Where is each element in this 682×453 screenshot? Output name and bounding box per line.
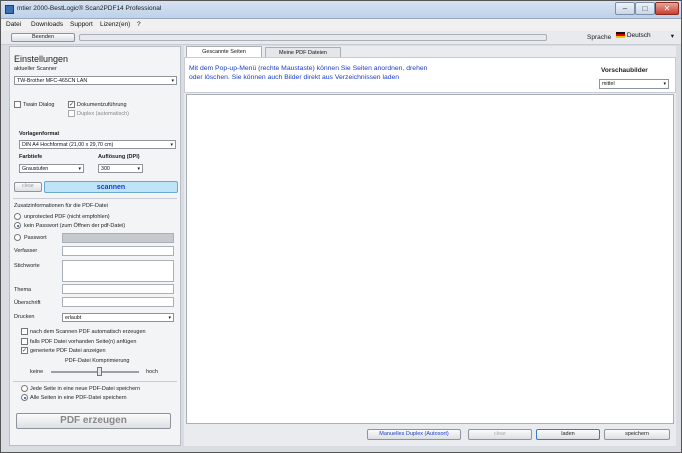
language-select[interactable]: Deutsch ▾	[616, 32, 676, 42]
divider	[13, 198, 177, 199]
save-button[interactable]: speichern	[604, 429, 670, 440]
clear-pages-button[interactable]: clear	[468, 429, 532, 440]
app-window: mtier 2000-BestLogic® Scan2PDF14 Profess…	[0, 0, 682, 453]
chevron-down-icon: ▾	[670, 33, 674, 40]
radio-save-each-label: Jede Seite in eine neue PDF-Datei speich…	[30, 386, 141, 392]
twain-dialog-checkbox[interactable]	[14, 101, 21, 108]
scan-button[interactable]: scannen	[44, 181, 178, 193]
extra-info-heading: Zusatzinformationen für die PDF-Datei	[14, 203, 108, 209]
quit-button[interactable]: Beenden	[11, 33, 75, 42]
append-pages-label: falls PDF Datei vorhanden Seite(n) anfüg…	[30, 339, 137, 345]
manual-duplex-button[interactable]: Manuelles Duplex (Autosort)	[367, 429, 461, 440]
duplex-checkbox[interactable]	[68, 110, 75, 117]
maximize-button[interactable]: □	[635, 2, 655, 15]
append-pages-checkbox[interactable]	[21, 338, 28, 345]
print-label: Drucken	[14, 314, 35, 320]
resolution-label: Auflösung (DPI)	[98, 154, 140, 160]
radio-no-password-label: kein Passwort (zum Öffnen der pdf-Datei)	[24, 223, 126, 229]
password-field[interactable]	[62, 233, 174, 243]
chevron-down-icon: ▾	[170, 142, 173, 148]
radio-save-all[interactable]	[21, 394, 28, 401]
subject-field[interactable]	[62, 284, 174, 294]
menu-downloads[interactable]: Downloads	[31, 21, 63, 28]
menu-datei[interactable]: Datei	[6, 21, 21, 28]
create-pdf-button[interactable]: PDF erzeugen	[16, 413, 171, 429]
chevron-down-icon: ▾	[171, 78, 174, 84]
radio-save-each[interactable]	[21, 385, 28, 392]
divider	[13, 381, 177, 382]
compression-slider-track[interactable]	[51, 371, 139, 373]
progress-bar	[79, 34, 547, 41]
keywords-field[interactable]	[62, 260, 174, 282]
language-label: Sprache	[587, 34, 612, 41]
tab-scanned-pages[interactable]: Gescannte Seiten	[186, 46, 262, 57]
author-field[interactable]	[62, 246, 174, 256]
template-label: Vorlagenformat	[19, 131, 60, 137]
app-icon	[5, 5, 14, 14]
template-value: DIN A4 Hochformat (21,00 x 29,70 cm)	[22, 142, 114, 148]
radio-password-label: Passwort	[24, 235, 47, 241]
settings-heading: Einstellungen	[14, 54, 69, 64]
chevron-down-icon: ▾	[168, 315, 171, 321]
preview-label: Vorschaubilder	[601, 67, 648, 74]
compression-slider-thumb[interactable]	[96, 367, 102, 376]
radio-unprotected[interactable]	[14, 213, 21, 220]
radio-unprotected-label: unprotected PDF (nicht empfohlen)	[24, 214, 110, 220]
radio-save-all-label: Alle Seiten in eine PDF-Datei speichern	[30, 395, 127, 401]
window-title: mtier 2000-BestLogic® Scan2PDF14 Profess…	[17, 5, 162, 12]
subject-label: Thema	[14, 287, 32, 293]
info-bar: Mit dem Pop-up-Menü (rechte Maustaste) k…	[184, 57, 676, 93]
scanned-pages-area[interactable]	[186, 94, 674, 424]
title-bar: mtier 2000-BestLogic® Scan2PDF14 Profess…	[1, 1, 681, 19]
close-button[interactable]: ✕	[655, 2, 679, 15]
info-text: Mit dem Pop-up-Menü (rechte Maustaste) k…	[189, 65, 428, 81]
chevron-down-icon: ▾	[137, 166, 140, 172]
auto-create-checkbox[interactable]	[21, 328, 28, 335]
clear-scan-button[interactable]: clear	[14, 182, 42, 192]
show-pdf-checkbox[interactable]: ✓	[21, 347, 28, 354]
preview-size-select[interactable]: mittel ▾	[599, 79, 669, 89]
scanner-value: TW-Brother MFC-465CN LAN	[17, 78, 88, 84]
print-value: erlaubt	[65, 315, 82, 321]
menu-help[interactable]: ?	[137, 21, 141, 28]
show-pdf-label: generierte PDF Datei anzeigen	[30, 348, 106, 354]
scanner-label: aktueller Scanner	[14, 66, 57, 72]
print-select[interactable]: erlaubt ▾	[62, 313, 174, 322]
german-flag-icon	[616, 32, 625, 39]
preview-size-value: mittel	[602, 81, 615, 87]
menu-support[interactable]: Support	[70, 21, 93, 28]
title-field[interactable]	[62, 297, 174, 307]
menu-lizenz[interactable]: Lizenz(en)	[100, 21, 130, 28]
resolution-value: 300	[101, 166, 110, 172]
keywords-label: Stichworte	[14, 263, 40, 269]
title-label: Überschrift	[14, 300, 41, 306]
minimize-button[interactable]: –	[615, 2, 635, 15]
load-button[interactable]: laden	[536, 429, 600, 440]
scanner-select[interactable]: TW-Brother MFC-465CN LAN ▾	[14, 76, 177, 85]
auto-create-label: nach dem Scannen PDF automatisch erzeuge…	[30, 329, 146, 335]
twain-dialog-label: Twain Dialog	[23, 102, 55, 108]
color-depth-label: Farbtiefe	[19, 154, 43, 160]
chevron-down-icon: ▾	[663, 81, 666, 87]
doc-feed-label: Dokumentzuführung	[77, 102, 127, 108]
menu-bar: Datei Downloads Support Lizenz(en) ?	[1, 19, 681, 31]
chevron-down-icon: ▾	[78, 166, 81, 172]
language-value: Deutsch	[626, 32, 651, 39]
compression-label: PDF-Datei Komprimierung	[65, 358, 130, 364]
radio-no-password[interactable]	[14, 222, 21, 229]
author-label: Verfasser	[14, 248, 38, 254]
template-select[interactable]: DIN A4 Hochformat (21,00 x 29,70 cm) ▾	[19, 140, 176, 149]
radio-password[interactable]	[14, 234, 21, 241]
color-depth-select[interactable]: Graustufen ▾	[19, 164, 84, 173]
compression-low-label: keine	[30, 369, 44, 375]
color-depth-value: Graustufen	[22, 166, 49, 172]
compression-high-label: hoch	[146, 369, 158, 375]
resolution-select[interactable]: 300 ▾	[98, 164, 143, 173]
duplex-label: Duplex (automatisch)	[77, 111, 129, 117]
doc-feed-checkbox[interactable]: ✓	[68, 101, 75, 108]
